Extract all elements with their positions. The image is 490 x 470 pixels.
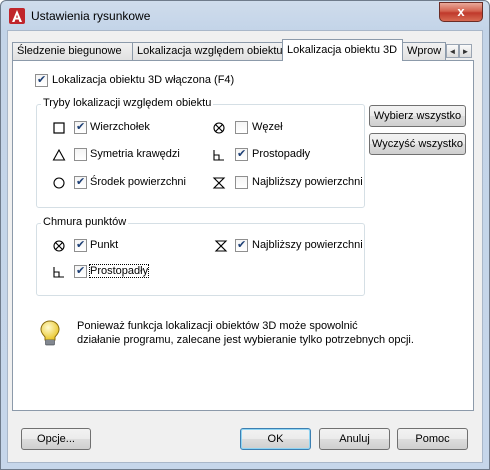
- perpendicular-label[interactable]: Prostopadły: [252, 148, 310, 160]
- tab-scroll-right-button[interactable]: ►: [459, 44, 472, 58]
- point-label[interactable]: Punkt: [90, 239, 118, 251]
- snap-modes-group-title: Tryby lokalizacji względem obiektu: [41, 97, 214, 109]
- tab-dynamic-input[interactable]: Wprow: [402, 42, 446, 60]
- pc-perpendicular-label[interactable]: Prostopadły: [88, 264, 150, 278]
- tab-strip: Śledzenie biegunowe Lokalizacja względem…: [12, 39, 474, 61]
- triangle-icon: [52, 148, 66, 161]
- edge-midpoint-checkbox[interactable]: [74, 148, 87, 161]
- node-label[interactable]: Węzeł: [252, 121, 283, 133]
- perpendicular-icon: [53, 267, 64, 278]
- arrow-right-icon: ►: [461, 47, 470, 56]
- node-icon: [53, 240, 65, 252]
- close-icon: x: [457, 4, 465, 19]
- osnap3d-enabled-label[interactable]: Lokalizacja obiektu 3D włączona (F4): [52, 74, 234, 86]
- vertex-label[interactable]: Wierzchołek: [90, 121, 150, 133]
- tab-scroll-left-button[interactable]: ◄: [446, 44, 459, 58]
- nearest-face-checkbox[interactable]: [235, 176, 248, 189]
- perpendicular-icon: [213, 150, 224, 161]
- autocad-app-icon: [9, 8, 25, 24]
- options-button[interactable]: Opcje...: [21, 428, 91, 450]
- node-checkbox[interactable]: [235, 121, 248, 134]
- pc-nearest-checkbox[interactable]: [235, 238, 248, 252]
- osnap3d-enabled-checkbox[interactable]: [35, 73, 48, 87]
- info-text-line2: działanie programu, zalecane jest wybier…: [77, 334, 414, 346]
- perpendicular-checkbox[interactable]: [235, 147, 248, 161]
- square-icon: [53, 122, 65, 134]
- cancel-button[interactable]: Anuluj: [319, 428, 390, 450]
- lightbulb-icon: [40, 320, 60, 346]
- tab-panel: Lokalizacja obiektu 3D włączona (F4) Try…: [12, 60, 474, 411]
- nearest-face-label[interactable]: Najbliższy powierzchni: [252, 176, 363, 188]
- pc-perpendicular-checkbox[interactable]: [74, 264, 87, 278]
- face-center-checkbox[interactable]: [74, 175, 87, 189]
- point-checkbox[interactable]: [74, 238, 87, 252]
- pc-nearest-label[interactable]: Najbliższy powierzchni: [252, 239, 363, 251]
- point-cloud-group: [36, 223, 365, 296]
- circle-icon: [53, 177, 65, 189]
- point-cloud-group-title: Chmura punktów: [41, 216, 129, 228]
- tab-3d-object-snap[interactable]: Lokalizacja obiektu 3D: [282, 39, 403, 61]
- edge-midpoint-label[interactable]: Symetria krawędzi: [90, 148, 180, 160]
- select-all-button[interactable]: Wybierz wszystko: [369, 105, 466, 127]
- face-center-label[interactable]: Środek powierzchni: [90, 176, 186, 188]
- clear-all-button[interactable]: Wyczyść wszystko: [369, 133, 466, 155]
- arrow-left-icon: ◄: [448, 47, 457, 56]
- help-button[interactable]: Pomoc: [397, 428, 468, 450]
- ok-button[interactable]: OK: [240, 428, 311, 450]
- node-icon: [213, 122, 225, 134]
- title-bar[interactable]: Ustawienia rysunkowe x: [1, 1, 489, 31]
- window-title: Ustawienia rysunkowe: [31, 9, 151, 23]
- tab-object-snap[interactable]: Lokalizacja względem obiektu: [132, 42, 283, 60]
- info-text-line1: Ponieważ funkcja lokalizacji obiektów 3D…: [77, 320, 358, 332]
- close-button[interactable]: x: [439, 2, 483, 22]
- vertex-checkbox[interactable]: [74, 120, 87, 134]
- nearest-icon: [214, 240, 228, 252]
- tab-polar-tracking[interactable]: Śledzenie biegunowe: [12, 42, 133, 60]
- nearest-icon: [212, 177, 226, 189]
